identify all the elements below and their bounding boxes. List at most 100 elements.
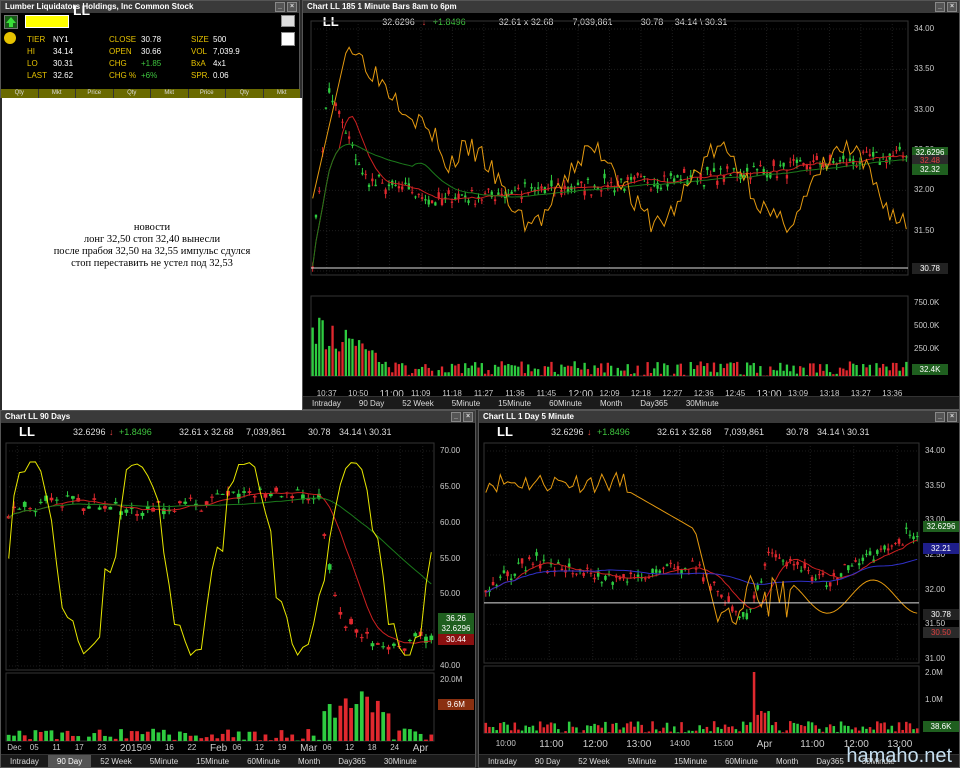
volume-bar — [803, 726, 807, 733]
tab-30minute[interactable]: 30Minute — [375, 755, 426, 767]
volume-bar — [739, 374, 742, 376]
tab-intraday[interactable]: Intraday — [303, 397, 350, 409]
price-chart[interactable] — [479, 411, 959, 753]
volume-bar — [663, 363, 666, 376]
tab-15minute[interactable]: 15Minute — [665, 755, 716, 767]
volume-tag: 32.4K — [912, 364, 948, 375]
time-tick-label: 2015 — [119, 743, 143, 754]
candle — [838, 160, 842, 162]
tab-30minute[interactable]: 30Minute — [677, 397, 728, 409]
minimize-icon[interactable]: _ — [275, 2, 285, 12]
price-tick-label: 55.00 — [440, 553, 461, 563]
candle — [633, 176, 636, 180]
quote-title: Lumber Liquidators Holdings, Inc Common … — [1, 1, 299, 13]
candle — [381, 646, 386, 648]
volume-bar — [553, 723, 556, 733]
volume-bar — [503, 365, 507, 376]
candle — [682, 168, 686, 173]
close-icon[interactable]: × — [287, 2, 297, 12]
candle — [679, 178, 682, 180]
volume-bar — [520, 730, 524, 733]
tab-month[interactable]: Month — [591, 397, 631, 409]
volume-bar — [375, 700, 380, 741]
volume-bar — [582, 730, 585, 733]
tab-60minute[interactable]: 60Minute — [238, 755, 289, 767]
volume-frame — [5, 672, 435, 742]
candle — [600, 582, 604, 584]
volume-bar — [779, 362, 782, 376]
volume-bar — [778, 730, 781, 733]
tab-52-week[interactable]: 52 Week — [393, 397, 442, 409]
candle — [600, 190, 603, 192]
tab-15minute[interactable]: 15Minute — [187, 755, 238, 767]
volume-bar — [647, 731, 651, 733]
candle — [669, 562, 672, 564]
tab-15minute[interactable]: 15Minute — [489, 397, 540, 409]
candle — [135, 514, 139, 516]
tab-5minute[interactable]: 5Minute — [141, 755, 187, 767]
volume-bar — [868, 727, 872, 733]
candle — [493, 199, 497, 202]
order-column-header: Qty — [226, 89, 264, 98]
tab-90-day[interactable]: 90 Day — [47, 755, 92, 767]
price-tag: 32.6296 — [438, 623, 474, 634]
volume-bar — [888, 370, 891, 376]
candle — [582, 572, 585, 576]
tab-60minute[interactable]: 60Minute — [540, 397, 591, 409]
candle — [912, 536, 915, 540]
volume-bar — [417, 369, 420, 376]
symbol-input[interactable] — [25, 15, 69, 28]
tab-day365[interactable]: Day365 — [631, 397, 677, 409]
tab-5minute[interactable]: 5Minute — [443, 397, 489, 409]
quote-label: SIZE — [191, 35, 209, 44]
volume-bar — [92, 733, 97, 741]
volume-bar — [702, 729, 705, 733]
price-chart[interactable] — [303, 1, 959, 395]
candle — [161, 508, 166, 515]
candle — [732, 168, 736, 170]
tab-52-week[interactable]: 52 Week — [91, 755, 140, 767]
candle — [781, 560, 785, 562]
tab-52-week[interactable]: 52 Week — [569, 755, 618, 767]
tab-day365[interactable]: Day365 — [329, 755, 375, 767]
candle — [875, 151, 878, 153]
candle — [434, 202, 437, 206]
candle — [371, 178, 374, 182]
tab-intraday[interactable]: Intraday — [479, 755, 526, 767]
volume-bar — [553, 371, 556, 376]
tab-month[interactable]: Month — [767, 755, 807, 767]
candle — [810, 576, 814, 582]
order-column-header: Qty — [1, 89, 39, 98]
candle — [619, 178, 623, 180]
tab-month[interactable]: Month — [289, 755, 329, 767]
volume-frame — [310, 295, 909, 377]
volume-bar — [881, 363, 885, 376]
candle — [779, 164, 782, 166]
volume-bar — [252, 731, 257, 741]
candle — [480, 199, 483, 201]
tab-60minute[interactable]: 60Minute — [716, 755, 767, 767]
price-chart[interactable] — [1, 411, 475, 753]
watermark: hamaho.net — [846, 745, 952, 767]
candle — [842, 155, 845, 160]
chart-icon[interactable] — [281, 15, 295, 27]
tab-90-day[interactable]: 90 Day — [526, 755, 569, 767]
volume-bar — [306, 729, 311, 741]
candle — [392, 643, 396, 646]
candle — [814, 578, 817, 580]
volume-bar — [586, 725, 589, 733]
volume-bar — [799, 725, 803, 733]
tab-intraday[interactable]: Intraday — [1, 755, 48, 767]
volume-bar — [862, 364, 865, 376]
price-tag: 32.32 — [912, 164, 948, 175]
tab-90-day[interactable]: 90 Day — [350, 397, 393, 409]
volume-bar — [908, 723, 912, 733]
tab-5minute[interactable]: 5Minute — [619, 755, 665, 767]
candle — [290, 496, 295, 499]
candle — [424, 199, 427, 201]
volume-bar — [607, 732, 611, 733]
candle — [513, 190, 517, 192]
candle — [402, 648, 407, 651]
arrow-up-icon[interactable] — [4, 15, 18, 29]
volume-bar — [523, 373, 527, 376]
